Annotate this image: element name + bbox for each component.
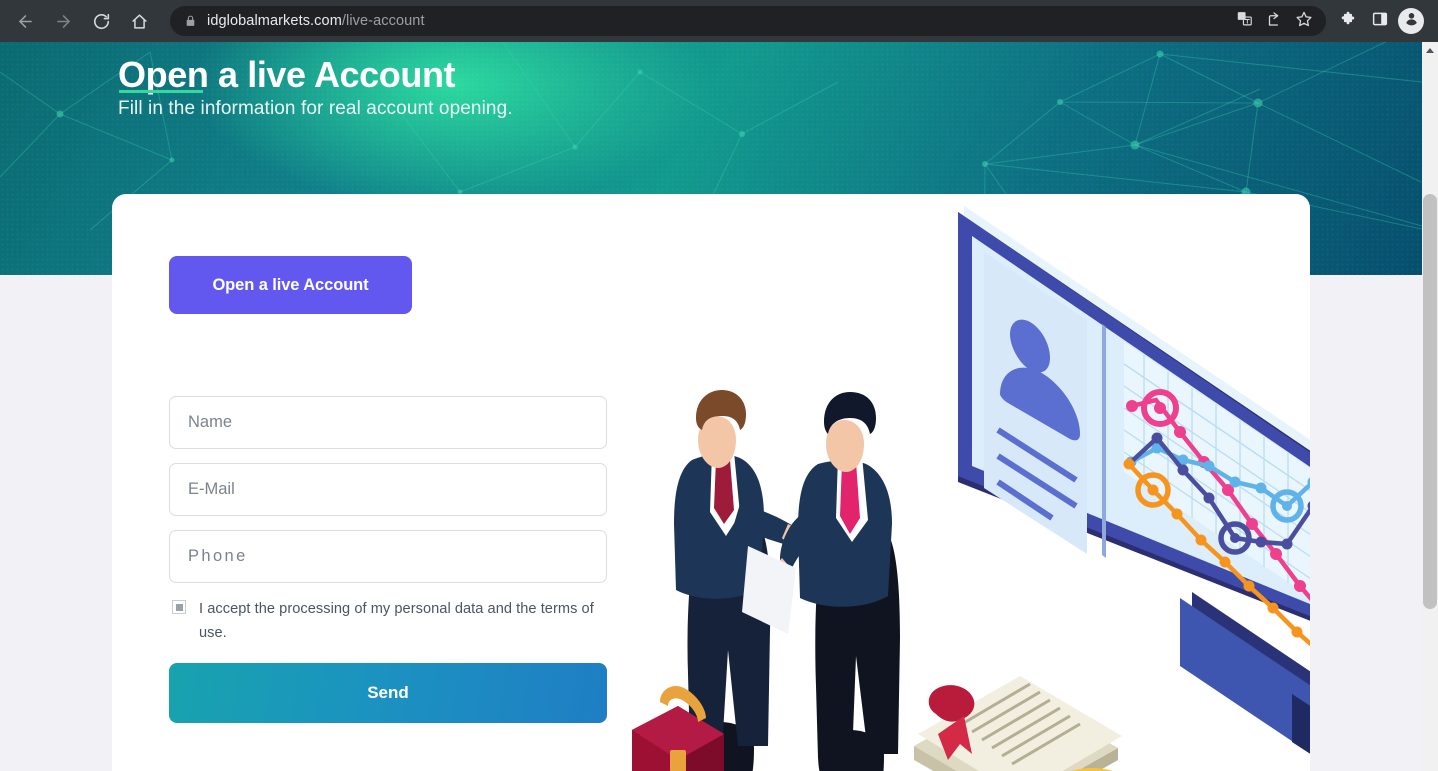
page-scrollbar[interactable] <box>1422 42 1438 771</box>
page-subtitle: Fill in the information for real account… <box>118 98 513 119</box>
omnibox-actions <box>1230 6 1318 36</box>
profile-button[interactable] <box>1398 8 1424 34</box>
certificate <box>914 676 1122 771</box>
url-text: idglobalmarkets.com/live-account <box>207 13 425 29</box>
share-button[interactable] <box>1260 7 1288 35</box>
forward-arrow-icon <box>54 12 73 31</box>
reload-button[interactable] <box>85 5 117 37</box>
open-live-account-button[interactable]: Open a live Account <box>169 256 412 314</box>
browser-menu-button[interactable] <box>1428 7 1438 35</box>
translate-icon <box>1236 10 1253 32</box>
back-arrow-icon <box>16 12 35 31</box>
phone-input[interactable] <box>169 530 607 583</box>
scroll-up-arrow-icon[interactable] <box>1422 42 1438 59</box>
extensions-button[interactable] <box>1334 7 1362 35</box>
address-bar[interactable]: idglobalmarkets.com/live-account <box>170 6 1326 36</box>
back-button[interactable] <box>9 5 41 37</box>
side-panel-icon <box>1371 10 1389 33</box>
url-path: /live-account <box>341 13 425 29</box>
navigation-buttons <box>0 5 158 37</box>
email-input[interactable] <box>169 463 607 516</box>
checkbox-mark-icon <box>175 603 183 611</box>
browser-toolbar: idglobalmarkets.com/live-account <box>0 0 1438 42</box>
scrollbar-thumb[interactable] <box>1423 194 1437 609</box>
side-panel-button[interactable] <box>1366 7 1394 35</box>
puzzle-icon <box>1339 10 1357 33</box>
form-card: Open a live Account I accept the process… <box>112 194 1310 771</box>
registration-form: Open a live Account I accept the process… <box>169 256 609 723</box>
profile-avatar-icon <box>1403 10 1420 32</box>
business-handshake-illustration: $ <box>632 206 1310 771</box>
page-viewport: Open a live Account Fill in the informat… <box>0 42 1438 771</box>
star-icon <box>1295 10 1313 33</box>
translate-button[interactable] <box>1230 7 1258 35</box>
toolbar-right-actions <box>1334 7 1438 35</box>
bookmark-button[interactable] <box>1290 7 1318 35</box>
home-button[interactable] <box>123 5 155 37</box>
form-fields <box>169 396 607 583</box>
send-button[interactable]: Send <box>169 663 607 723</box>
lock-icon <box>184 14 197 28</box>
name-input[interactable] <box>169 396 607 449</box>
share-icon <box>1265 10 1283 33</box>
title-underline-accent <box>119 90 203 93</box>
consent-checkbox[interactable] <box>172 600 186 614</box>
forward-button[interactable] <box>47 5 79 37</box>
home-icon <box>130 12 149 31</box>
consent-label: I accept the processing of my personal d… <box>199 601 594 641</box>
url-host: idglobalmarkets.com <box>207 13 342 29</box>
reload-icon <box>92 12 111 31</box>
consent-row: I accept the processing of my personal d… <box>169 597 607 645</box>
